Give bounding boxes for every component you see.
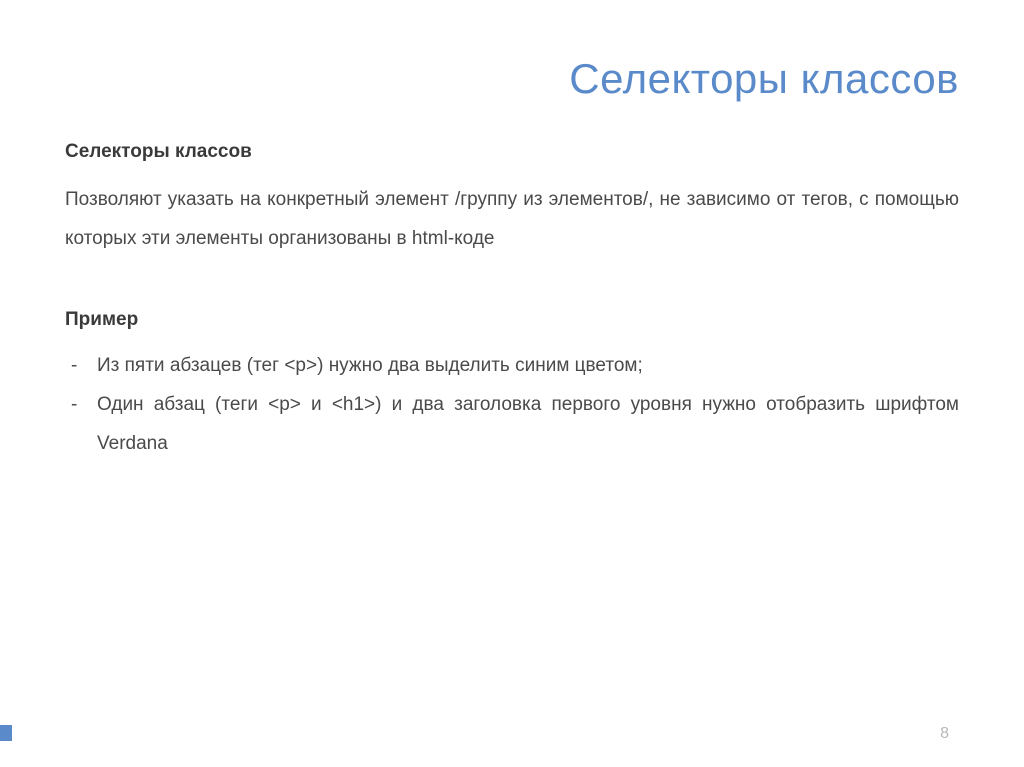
- description-text: Позволяют указать на конкретный элемент …: [65, 181, 959, 259]
- section-subtitle: Селекторы классов: [65, 141, 959, 163]
- slide-marker-icon: [0, 725, 12, 741]
- page-number: 8: [940, 725, 949, 743]
- example-title: Пример: [65, 309, 959, 331]
- list-item: Один абзац (теги <p> и <h1>) и два загол…: [65, 386, 959, 464]
- example-list: Из пяти абзацев (тег <p>) нужно два выде…: [65, 347, 959, 464]
- slide-title: Селекторы классов: [65, 55, 959, 103]
- list-item: Из пяти абзацев (тег <p>) нужно два выде…: [65, 347, 959, 386]
